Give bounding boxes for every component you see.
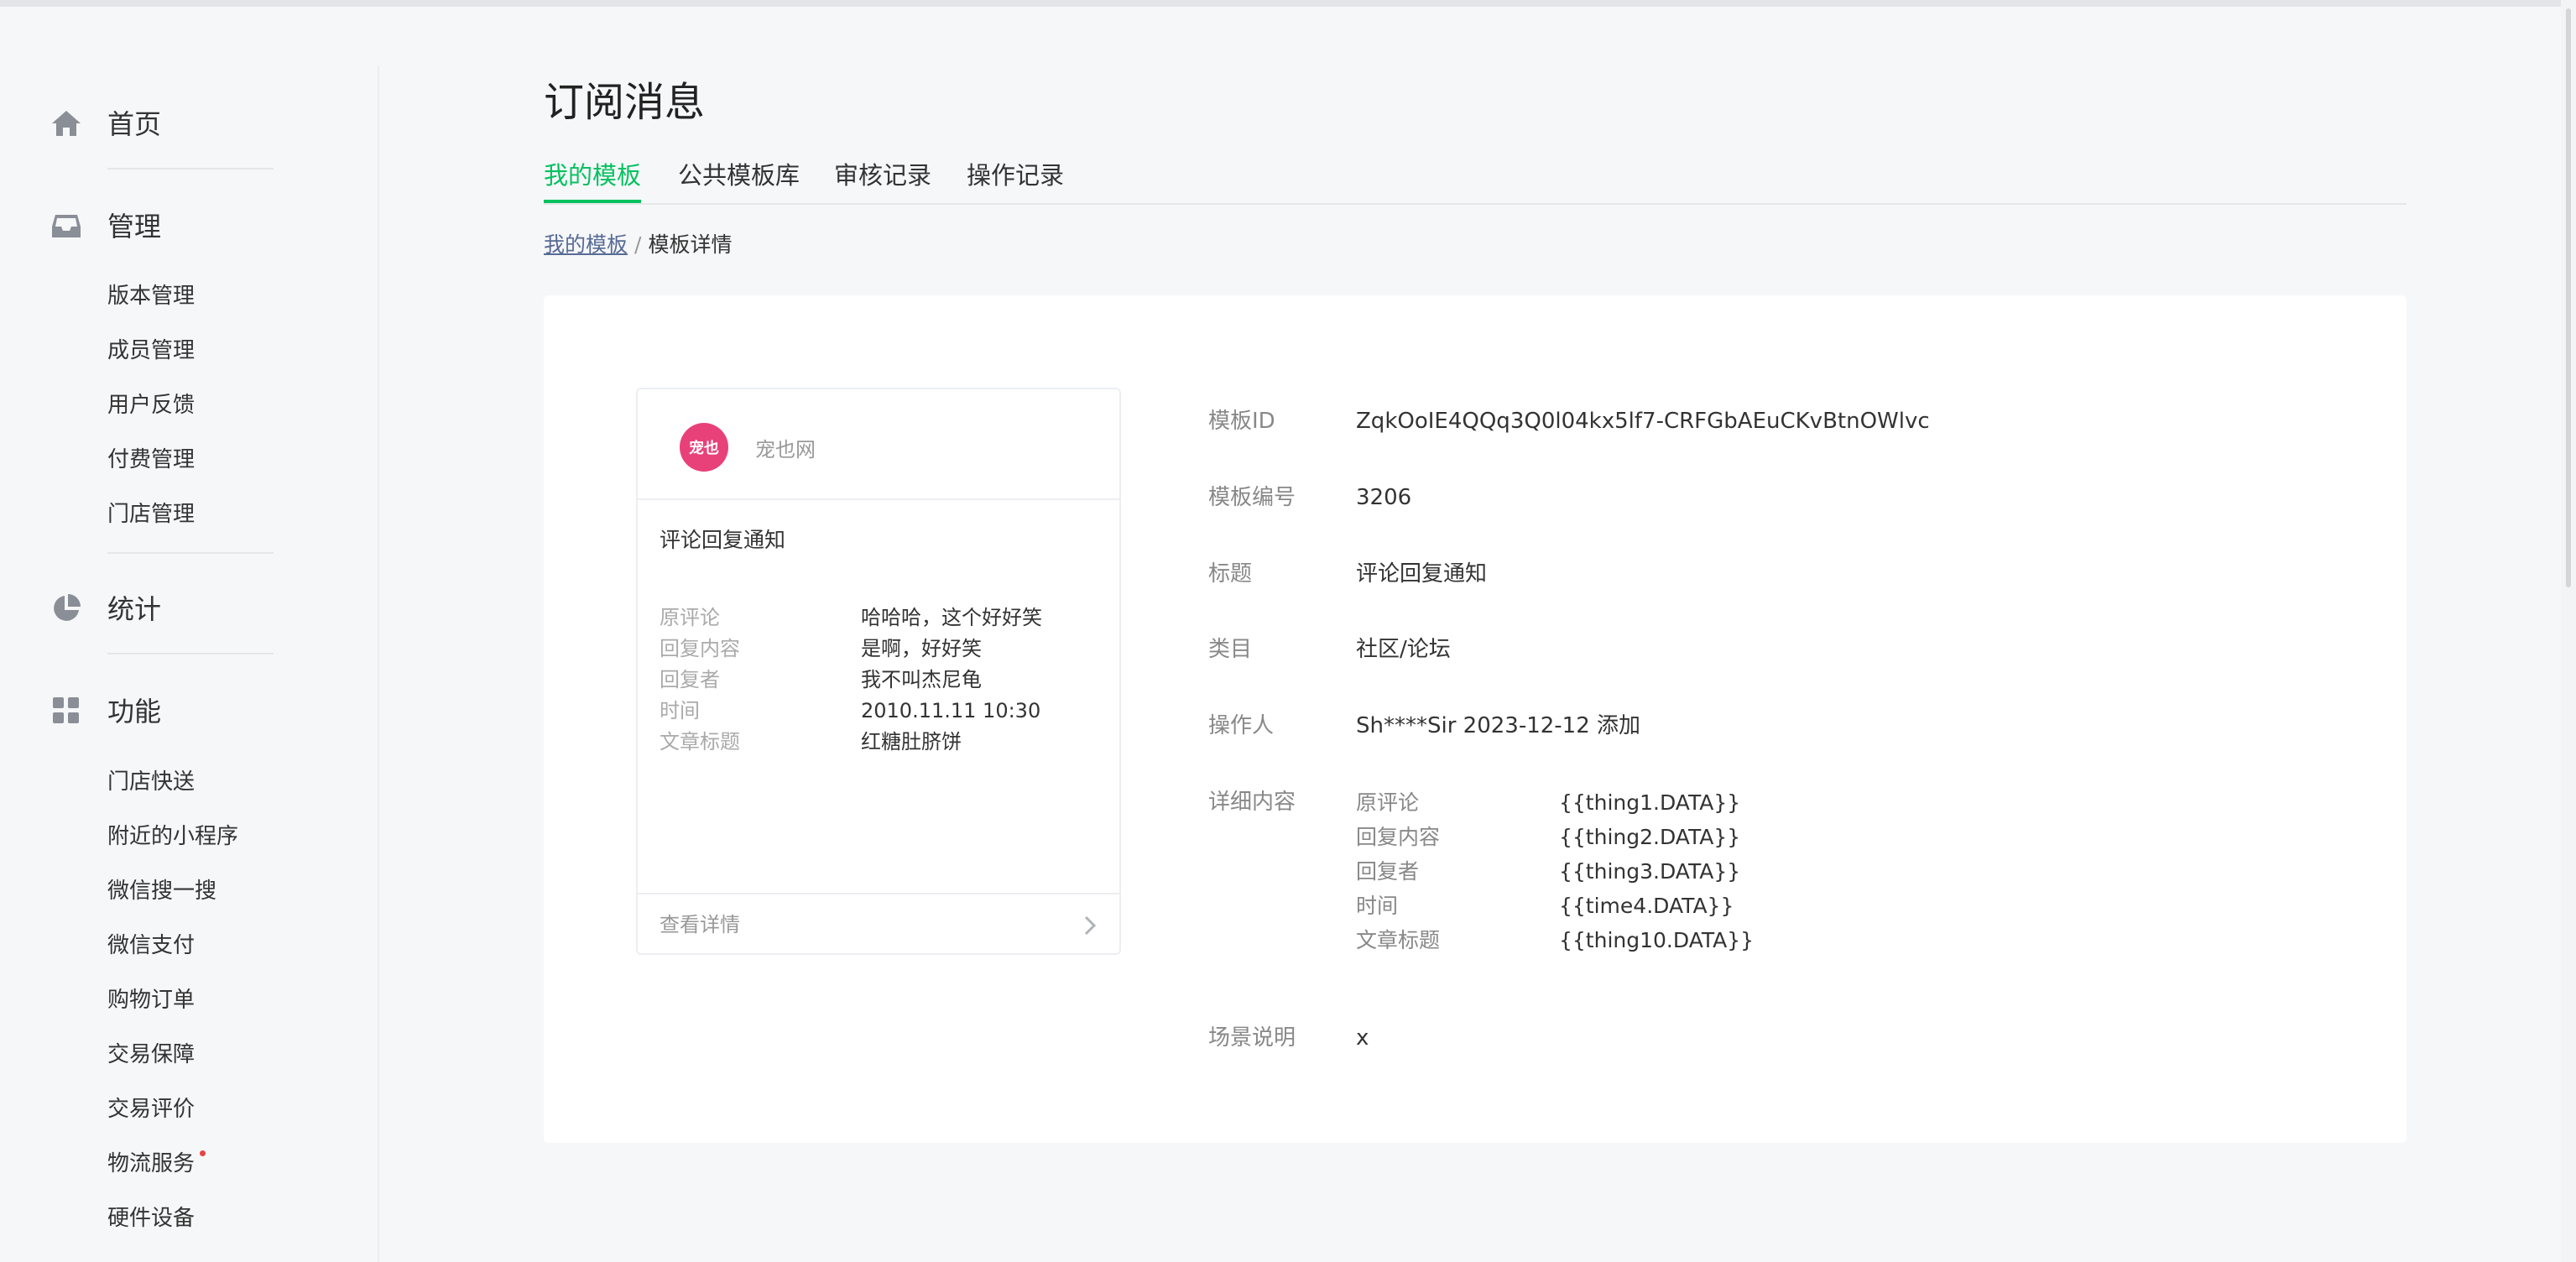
sidebar-item-members[interactable]: 成员管理: [107, 334, 195, 368]
sidebar-item-payment[interactable]: 付费管理: [107, 443, 195, 477]
sidebar-item-delivery[interactable]: 门店快送: [107, 765, 195, 799]
sidebar-item-reviews[interactable]: 交易评价: [107, 1093, 195, 1126]
detail-key: 类目: [1208, 637, 1253, 662]
page-title: 订阅消息: [544, 79, 706, 126]
keyword-name: 原评论: [1356, 790, 1420, 815]
nav-divider: [107, 552, 274, 554]
detail-value: x: [1356, 1025, 1369, 1051]
preview-row-key: 时间: [660, 699, 700, 722]
preview-row: 原评论 哈哈哈，这个好好笑: [660, 602, 1096, 634]
keyword-name: 回复者: [1356, 859, 1420, 884]
preview-title: 评论回复通知: [660, 528, 786, 552]
keyword-placeholder: {{time4.DATA}}: [1559, 894, 1734, 918]
detail-value: ZqkOoIE4QQq3Q0l04kx5lf7-CRFGbAEuCKvBtnOW…: [1356, 409, 1930, 434]
breadcrumb-link[interactable]: 我的模板: [544, 232, 628, 257]
brand-name: 宠也网: [755, 438, 816, 462]
pie-chart-icon: [54, 594, 81, 621]
template-detail-card: 宠也 宠也网 评论回复通知 原评论 哈哈哈，这个好好笑 回复内容 是啊，好好笑 回复…: [544, 295, 2407, 1143]
nav-features-label: 功能: [107, 696, 162, 727]
sidebar-item-nearby[interactable]: 附近的小程序: [107, 820, 238, 853]
keyword-name: 文章标题: [1356, 928, 1441, 952]
brand-logo-text: 宠也: [689, 440, 719, 457]
preview-row-key: 回复者: [660, 668, 720, 691]
detail-key: 操作人: [1208, 713, 1275, 738]
preview-row-value: 哈哈哈，这个好好笑: [861, 606, 1042, 629]
keyword-placeholder: {{thing1.DATA}}: [1559, 790, 1741, 815]
sidebar-item-stores[interactable]: 门店管理: [107, 498, 195, 531]
main-content: 订阅消息 我的模板 公共模板库 审核记录 操作记录 我的模板 / 模板详情 宠也 宠…: [544, 0, 2407, 1262]
keyword-name: 时间: [1356, 894, 1399, 918]
nav-home-label: 首页: [107, 108, 162, 140]
detail-value: Sh****Sir 2023-12-12 添加: [1356, 713, 1641, 738]
breadcrumb: 我的模板 / 模板详情: [544, 228, 732, 258]
sidebar: 首页 管理 版本管理 成员管理 用户反馈 付费管理 门店管理 统计 功能 门店快…: [0, 65, 379, 1262]
message-preview: 宠也 宠也网 评论回复通知 原评论 哈哈哈，这个好好笑 回复内容 是啊，好好笑 回复…: [636, 388, 1121, 955]
detail-key: 详细内容: [1208, 790, 1296, 815]
preview-row-value: 我不叫杰尼龟: [861, 668, 982, 691]
preview-header: 宠也 宠也网: [638, 389, 1119, 500]
sidebar-item-feedback[interactable]: 用户反馈: [107, 389, 195, 422]
nav-divider: [107, 653, 274, 654]
tab-my-templates[interactable]: 我的模板: [544, 156, 642, 203]
detail-value: 评论回复通知: [1356, 561, 1488, 587]
preview-row: 回复内容 是啊，好好笑: [660, 634, 1096, 665]
home-icon: [52, 111, 81, 136]
keyword-placeholder: {{thing10.DATA}}: [1559, 928, 1755, 952]
sidebar-item-version[interactable]: 版本管理: [107, 279, 195, 313]
scrollbar-thumb[interactable]: [2566, 8, 2571, 587]
preview-row: 时间 2010.11.11 10:30: [660, 696, 1096, 727]
sidebar-item-search[interactable]: 微信搜一搜: [107, 874, 216, 908]
preview-row-value: 2010.11.11 10:30: [861, 699, 1041, 722]
tab-review-records[interactable]: 审核记录: [834, 156, 931, 195]
preview-row-key: 回复内容: [660, 637, 740, 660]
detail-key: 场景说明: [1208, 1025, 1296, 1051]
brand-logo: 宠也: [680, 423, 728, 472]
detail-key: 模板编号: [1208, 485, 1296, 510]
preview-row-key: 原评论: [660, 606, 720, 629]
chevron-right-icon: [1084, 915, 1097, 936]
page-scrollbar[interactable]: [2561, 0, 2576, 1262]
keyword-placeholder: {{thing2.DATA}}: [1559, 825, 1741, 849]
grid-icon: [53, 697, 79, 723]
sidebar-item-guarantee[interactable]: 交易保障: [107, 1038, 195, 1072]
tab-public-library[interactable]: 公共模板库: [678, 156, 800, 195]
keyword-name: 回复内容: [1356, 825, 1441, 849]
inbox-icon: [52, 215, 81, 237]
view-details-label: 查看详情: [660, 913, 740, 936]
preview-fields: 原评论 哈哈哈，这个好好笑 回复内容 是啊，好好笑 回复者 我不叫杰尼龟 时间 2010…: [660, 602, 1096, 758]
sidebar-item-logistics-label: 物流服务: [107, 1151, 196, 1176]
nav-divider: [107, 168, 274, 169]
view-details-link[interactable]: 查看详情: [638, 893, 1119, 955]
breadcrumb-current: 模板详情: [648, 232, 733, 257]
sidebar-item-wxpay[interactable]: 微信支付: [107, 929, 195, 962]
nav-manage-label: 管理: [107, 211, 162, 242]
sidebar-item-orders[interactable]: 购物订单: [107, 983, 195, 1017]
keyword-placeholder: {{thing3.DATA}}: [1559, 859, 1741, 884]
preview-row-key: 文章标题: [660, 730, 740, 754]
detail-value: 社区/论坛: [1356, 637, 1451, 662]
sidebar-item-hardware[interactable]: 硬件设备: [107, 1202, 195, 1235]
detail-key: 模板ID: [1208, 409, 1275, 434]
preview-row: 回复者 我不叫杰尼龟: [660, 665, 1096, 696]
detail-value: 3206: [1356, 485, 1412, 510]
preview-row-value: 是啊，好好笑: [861, 637, 982, 660]
notification-dot: [200, 1150, 206, 1156]
sidebar-item-logistics[interactable]: 物流服务: [107, 1147, 206, 1181]
detail-key: 标题: [1208, 561, 1253, 587]
preview-row: 文章标题 红糖肚脐饼: [660, 727, 1096, 758]
breadcrumb-separator: /: [634, 232, 642, 257]
nav-stats-label: 统计: [107, 593, 162, 625]
tab-operation-records[interactable]: 操作记录: [967, 156, 1064, 195]
preview-row-value: 红糖肚脐饼: [861, 730, 962, 754]
tab-bar: 我的模板 公共模板库 审核记录 操作记录: [544, 156, 2407, 205]
